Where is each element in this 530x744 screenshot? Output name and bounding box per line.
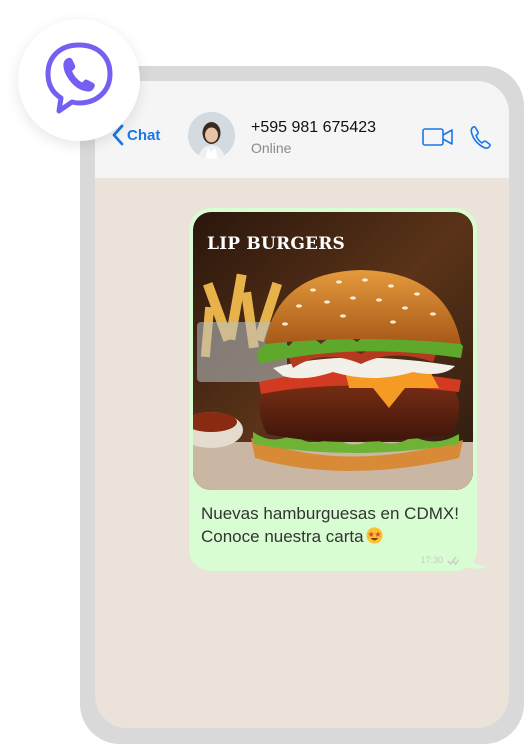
avatar[interactable]	[188, 112, 235, 159]
star-struck-emoji-icon	[365, 527, 383, 544]
phone-icon[interactable]	[469, 125, 491, 149]
video-camera-icon[interactable]	[422, 128, 454, 146]
chat-screen: Chat +595 981 675423 Online LIP BURGERS …	[95, 81, 509, 728]
chat-header: Chat +595 981 675423 Online	[95, 81, 509, 178]
burger-image[interactable]: LIP BURGERS	[193, 212, 473, 490]
message-body: Nuevas hamburguesas en CDMX! Conoce nues…	[201, 504, 459, 546]
bubble-tail	[459, 553, 487, 569]
app-logo-badge	[18, 19, 140, 141]
message-meta: 17:30	[420, 555, 463, 565]
back-label: Chat	[127, 126, 161, 144]
message-bubble[interactable]: LIP BURGERS Nuevas hamburguesas en CDMX!…	[189, 208, 477, 571]
promo-title: LIP BURGERS	[207, 234, 346, 254]
contact-status: Online	[251, 140, 292, 156]
back-button[interactable]: Chat	[112, 124, 160, 146]
contact-name: +595 981 675423	[251, 119, 377, 136]
message-time: 17:30	[420, 555, 443, 565]
viber-style-phone-bubble-icon	[45, 42, 113, 114]
message-text: Nuevas hamburguesas en CDMX! Conoce nues…	[201, 502, 473, 548]
